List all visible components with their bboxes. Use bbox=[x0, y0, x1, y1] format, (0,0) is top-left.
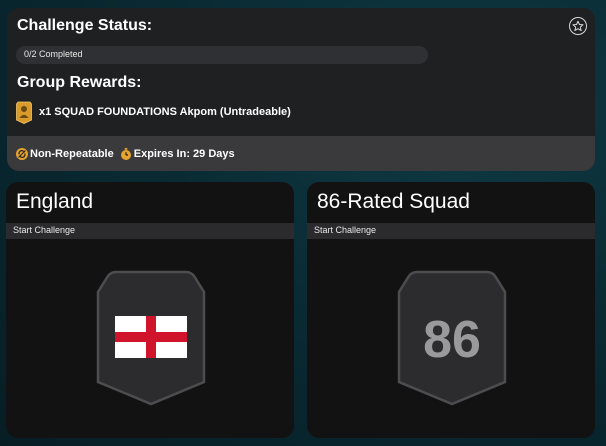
challenge-card-86-rated-squad[interactable]: 86-Rated Squad Start Challenge 86 bbox=[307, 182, 595, 438]
stopwatch-icon bbox=[120, 147, 131, 160]
non-repeatable-text: Non-Repeatable bbox=[30, 147, 114, 160]
challenge-badge bbox=[96, 270, 206, 406]
challenge-progress-bar: 0/2 Completed bbox=[16, 46, 428, 64]
england-flag-icon bbox=[115, 316, 187, 358]
start-challenge-label: Start Challenge bbox=[13, 225, 76, 235]
rating-badge-text: 86 bbox=[423, 311, 481, 369]
favorite-button[interactable] bbox=[569, 17, 587, 35]
expiry-info: Expires In: 29 Days bbox=[120, 147, 235, 160]
start-challenge-button[interactable]: Start Challenge bbox=[6, 223, 294, 239]
reward-text: x1 SQUAD FOUNDATIONS Akpom (Untradeable) bbox=[39, 106, 291, 118]
player-card-icon bbox=[16, 101, 32, 124]
reward-item: x1 SQUAD FOUNDATIONS Akpom (Untradeable) bbox=[16, 100, 291, 124]
start-challenge-label: Start Challenge bbox=[314, 225, 377, 235]
challenge-info-footer: Non-Repeatable Expires In: 29 Days bbox=[7, 136, 595, 171]
challenge-status-title: Challenge Status: bbox=[17, 17, 153, 34]
non-repeatable-info: Non-Repeatable bbox=[16, 147, 114, 160]
challenge-status-panel: Challenge Status: 0/2 Completed Group Re… bbox=[7, 8, 595, 171]
card-title: 86-Rated Squad bbox=[317, 190, 470, 213]
expires-text: Expires In: 29 Days bbox=[133, 147, 235, 160]
repeat-icon bbox=[16, 147, 28, 160]
challenge-badge: 86 bbox=[397, 270, 507, 406]
star-icon bbox=[572, 20, 584, 32]
group-rewards-title: Group Rewards: bbox=[17, 74, 142, 91]
start-challenge-button[interactable]: Start Challenge bbox=[307, 223, 595, 239]
challenge-card-england[interactable]: England Start Challenge bbox=[6, 182, 294, 438]
progress-text: 0/2 Completed bbox=[24, 49, 83, 59]
card-title: England bbox=[16, 190, 94, 213]
